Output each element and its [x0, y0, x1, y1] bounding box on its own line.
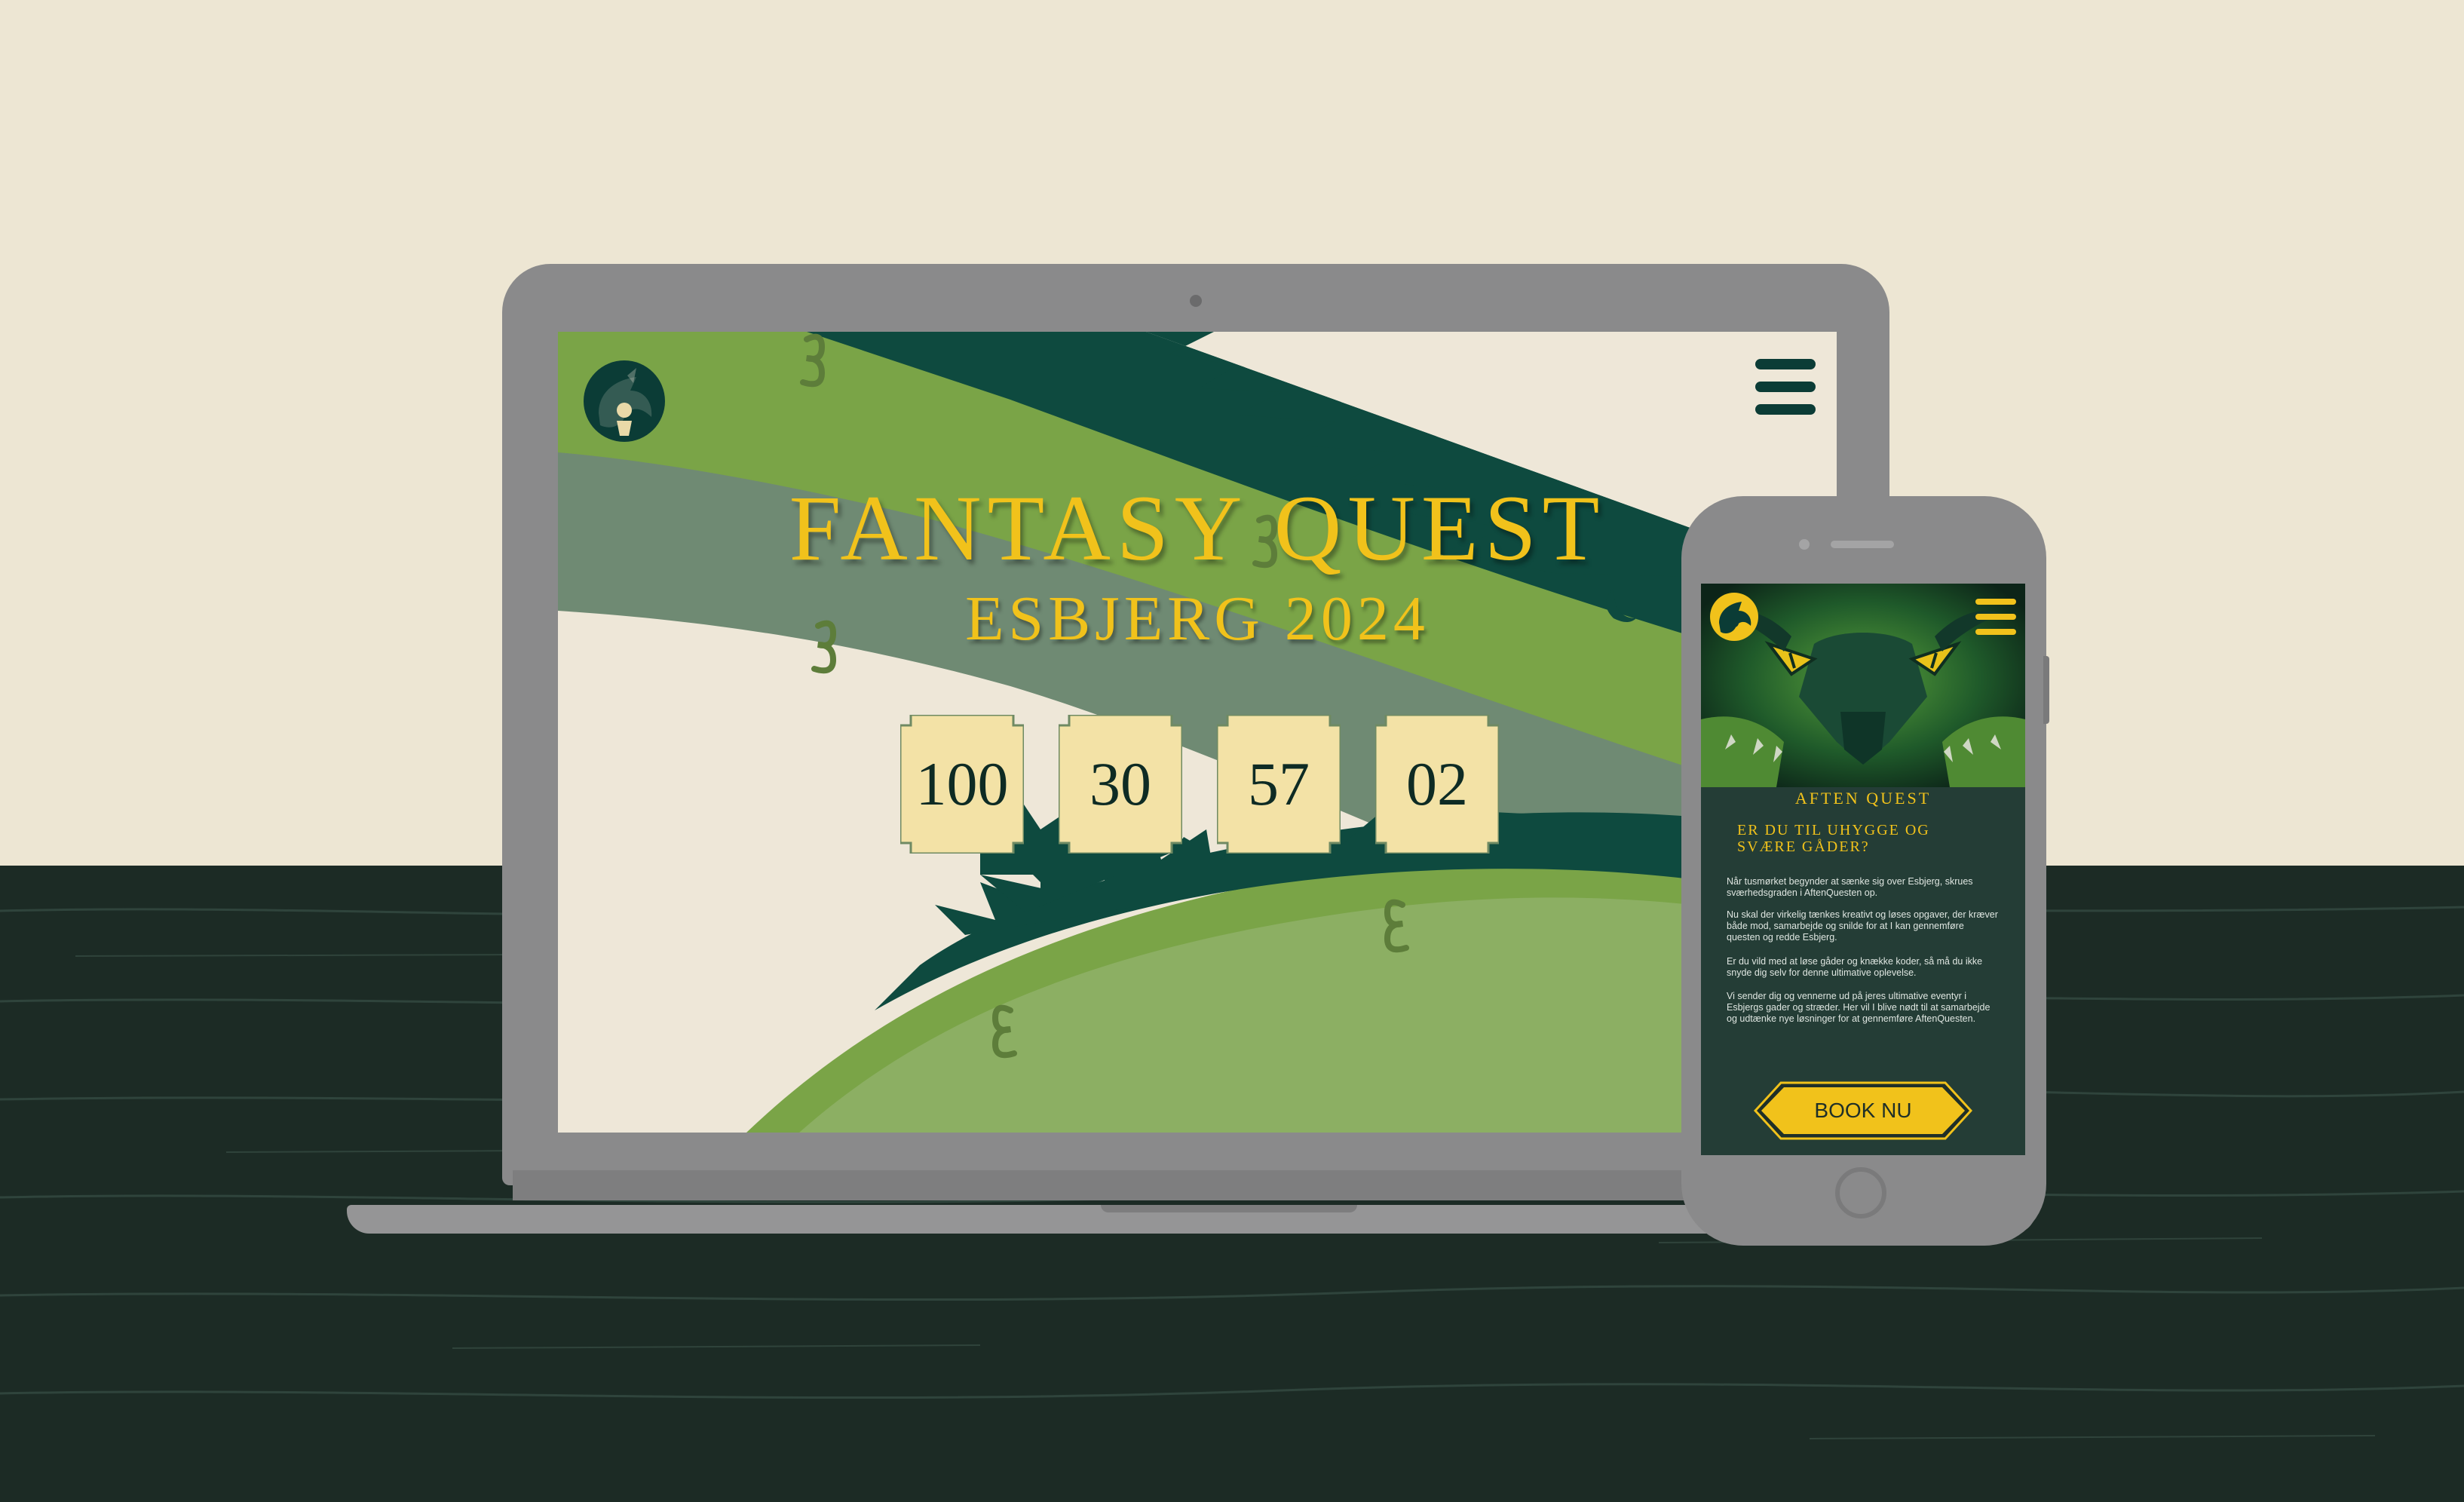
- phone-front-camera: [1799, 539, 1810, 550]
- phone-screen: AFTEN QUEST ER DU TIL UHYGGE OG SVÆRE GÅ…: [1701, 584, 2025, 1155]
- mobile-hamburger-menu-icon[interactable]: [1975, 599, 2016, 635]
- phone-home-button[interactable]: [1835, 1167, 1886, 1218]
- dragon-face-artwork: [1701, 584, 2025, 1155]
- countdown-minutes: 57: [1217, 715, 1341, 854]
- section-lead: ER DU TIL UHYGGE OG SVÆRE GÅDER?: [1737, 822, 1930, 855]
- laptop-screen: FANTASY QUEST ESBJERG 2024 100 30 57 02: [558, 332, 1837, 1133]
- book-now-button[interactable]: BOOK NU: [1754, 1081, 1972, 1140]
- dragon-tail-artwork: [558, 332, 1837, 1133]
- paragraph: Er du vild med at løse gåder og knække k…: [1727, 956, 1983, 978]
- countdown-days: 100: [900, 715, 1024, 854]
- laptop-notch: [1101, 1205, 1357, 1212]
- site-logo[interactable]: [584, 360, 665, 442]
- hero-title: FANTASY QUEST: [789, 477, 1606, 580]
- countdown-seconds: 02: [1375, 715, 1499, 854]
- hamburger-menu-icon[interactable]: [1755, 359, 1816, 415]
- section-heading: AFTEN QUEST: [1794, 789, 1932, 808]
- paragraph: Når tusmørket begynder at sænke sig over…: [1727, 876, 1973, 898]
- countdown-hours: 30: [1059, 715, 1182, 854]
- paragraph: Nu skal der virkelig tænkes kreativt og …: [1727, 909, 1998, 943]
- hero-subtitle: ESBJERG 2024: [965, 584, 1430, 654]
- phone-speaker: [1831, 541, 1894, 548]
- paragraph: Vi sender dig og vennerne ud på jeres ul…: [1727, 991, 1991, 1024]
- phone-side-button: [2043, 656, 2049, 724]
- laptop-camera: [1190, 295, 1202, 307]
- laptop-chin: [513, 1170, 1879, 1200]
- mobile-site-logo[interactable]: [1710, 593, 1758, 641]
